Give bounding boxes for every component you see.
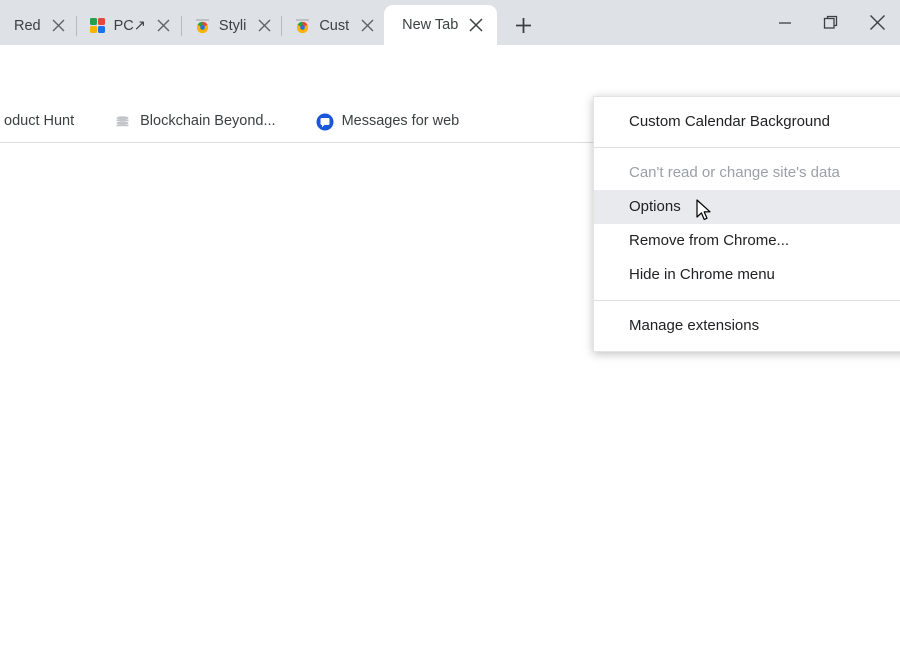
bookmark-blockchain-beyond[interactable]: Blockchain Beyond... bbox=[106, 109, 283, 134]
menu-item-label: Manage extensions bbox=[629, 317, 760, 334]
tab-title: New Tab bbox=[402, 17, 459, 33]
chrome-webstore-icon bbox=[294, 17, 311, 34]
menu-item-label: Options bbox=[629, 198, 681, 215]
tab-title: Red bbox=[14, 17, 41, 34]
menu-item-hide-in-chrome-menu[interactable]: Hide in Chrome menu bbox=[594, 258, 900, 292]
tab-new-tab[interactable]: New Tab bbox=[384, 5, 498, 45]
blockchain-icon bbox=[114, 113, 131, 130]
tab-stylish[interactable]: Styli bbox=[182, 6, 281, 45]
tab-close-icon[interactable] bbox=[465, 14, 487, 36]
bookmark-label: Messages for web bbox=[341, 113, 460, 129]
menu-item-label: Remove from Chrome... bbox=[629, 232, 790, 249]
tab-title: PC↗ bbox=[113, 17, 146, 34]
tab-close-icon[interactable] bbox=[48, 15, 70, 37]
microsoft-squares-icon bbox=[89, 17, 106, 34]
tab-pc[interactable]: PC↗ bbox=[77, 6, 181, 45]
bookmark-label: oduct Hunt bbox=[4, 113, 75, 129]
bookmark-product-hunt[interactable]: oduct Hunt bbox=[0, 109, 82, 133]
tab-title: Styli bbox=[218, 17, 247, 34]
chrome-webstore-icon bbox=[194, 17, 211, 34]
tab-close-icon[interactable] bbox=[253, 15, 275, 37]
menu-item-custom-calendar-background[interactable]: Custom Calendar Background bbox=[594, 105, 900, 139]
browser-toolbar: 4 <*| bbox=[0, 45, 900, 138]
menu-item-options[interactable]: Options bbox=[594, 190, 900, 224]
window-controls bbox=[762, 0, 900, 45]
bookmark-label: Blockchain Beyond... bbox=[140, 113, 276, 129]
new-tab-button[interactable] bbox=[506, 8, 540, 42]
tab-custom[interactable]: Cust bbox=[282, 6, 384, 45]
tab-close-icon[interactable] bbox=[356, 15, 378, 37]
chrome-browser-window: Red PC↗ Styli Cust New Tab oduct Hunt Bl… bbox=[0, 0, 900, 651]
menu-item-label: Custom Calendar Background bbox=[629, 113, 830, 130]
menu-item-label: Can't read or change site's data bbox=[629, 164, 840, 181]
extension-context-menu: Custom Calendar Background Can't read or… bbox=[593, 96, 900, 352]
menu-item-label: Hide in Chrome menu bbox=[629, 266, 775, 283]
maximize-button[interactable] bbox=[808, 0, 854, 45]
menu-separator bbox=[594, 300, 900, 301]
menu-item-remove-from-chrome[interactable]: Remove from Chrome... bbox=[594, 224, 900, 258]
minimize-button[interactable] bbox=[762, 0, 808, 45]
bookmark-messages-for-web[interactable]: Messages for web bbox=[308, 109, 468, 134]
mouse-cursor bbox=[696, 199, 714, 223]
tab-title: Cust bbox=[319, 17, 350, 34]
menu-item-site-data-status: Can't read or change site's data bbox=[594, 156, 900, 190]
close-button[interactable] bbox=[854, 0, 900, 45]
tab-strip: Red PC↗ Styli Cust New Tab bbox=[0, 0, 900, 45]
menu-item-manage-extensions[interactable]: Manage extensions bbox=[594, 309, 900, 343]
tab-close-icon[interactable] bbox=[153, 15, 175, 37]
messages-icon bbox=[316, 113, 334, 130]
menu-separator bbox=[594, 147, 900, 148]
tab-red[interactable]: Red bbox=[2, 6, 76, 45]
